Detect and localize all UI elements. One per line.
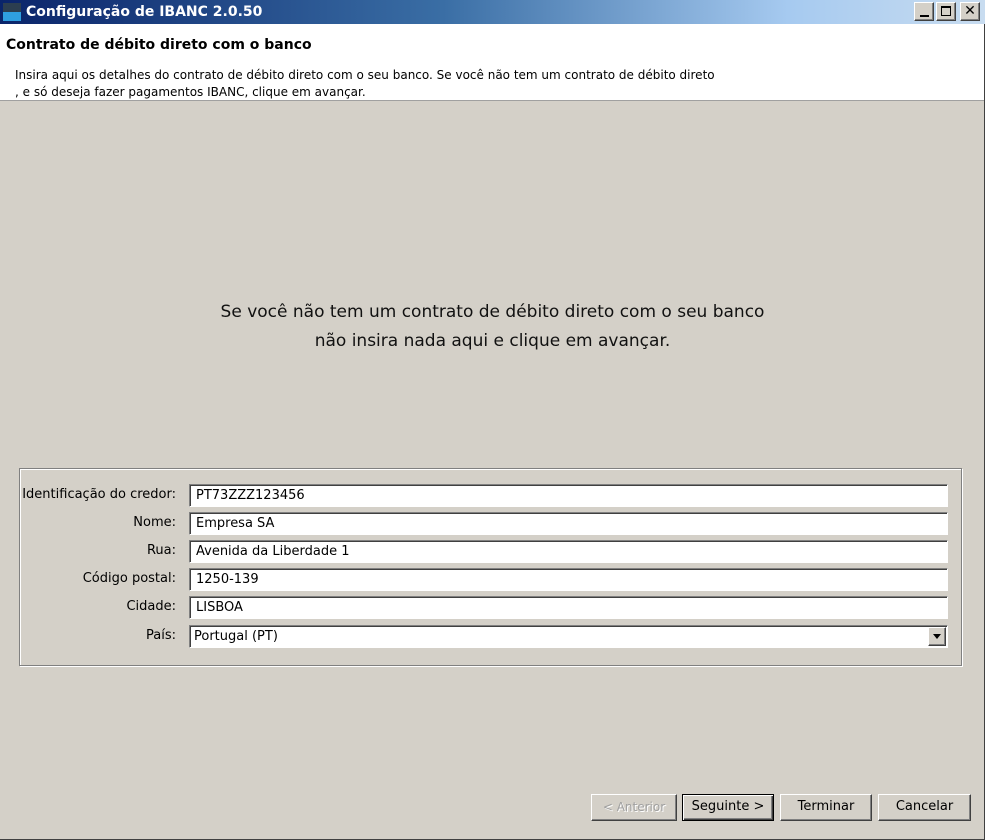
info-message-line-1: Se você não tem um contrato de débito di…: [220, 302, 765, 322]
page-title: Contrato de débito direto com o banco: [6, 37, 312, 53]
country-selected-value: Portugal (PT): [194, 629, 278, 644]
previous-button[interactable]: < Anterior: [591, 794, 677, 821]
creditor-id-input[interactable]: PT73ZZZ123456: [189, 484, 948, 507]
street-input[interactable]: Avenida da Liberdade 1: [189, 540, 948, 563]
cancel-button[interactable]: Cancelar: [878, 794, 971, 821]
name-input[interactable]: Empresa SA: [189, 512, 948, 535]
postal-code-row: Código postal: 1250-139: [20, 568, 961, 592]
window-title: Configuração de IBANC 2.0.50: [26, 4, 263, 20]
minimize-icon: [920, 15, 929, 17]
street-label: Rua:: [146, 543, 176, 558]
maximize-button[interactable]: [936, 2, 956, 21]
wizard-header: Contrato de débito direto com o banco In…: [0, 24, 984, 101]
street-row: Rua: Avenida da Liberdade 1: [20, 540, 961, 564]
city-input[interactable]: LISBOA: [189, 596, 948, 619]
creditor-id-row: Identificação do credor: PT73ZZZ123456: [20, 484, 961, 508]
city-row: Cidade: LISBOA: [20, 596, 961, 620]
title-bar[interactable]: Configuração de IBANC 2.0.50 ✕: [0, 0, 985, 24]
creditor-form: Identificação do credor: PT73ZZZ123456 N…: [19, 468, 962, 666]
info-message-line-2: não insira nada aqui e clique em avançar…: [314, 331, 671, 351]
info-message: Se você não tem um contrato de débito di…: [0, 298, 985, 356]
finish-button[interactable]: Terminar: [780, 794, 872, 821]
wizard-window: Configuração de IBANC 2.0.50 ✕ Contrato …: [0, 0, 985, 840]
country-label: País:: [146, 628, 176, 643]
page-description-line-1: Insira aqui os detalhes do contrato de d…: [15, 68, 715, 82]
chevron-down-icon[interactable]: [928, 627, 946, 646]
maximize-icon: [941, 6, 951, 16]
name-label: Nome:: [133, 515, 176, 530]
name-row: Nome: Empresa SA: [20, 512, 961, 536]
page-description: Insira aqui os detalhes do contrato de d…: [15, 67, 775, 101]
creditor-id-label: Identificação do credor:: [22, 487, 176, 502]
close-icon: ✕: [964, 3, 976, 19]
close-button[interactable]: ✕: [960, 2, 980, 21]
postal-code-input[interactable]: 1250-139: [189, 568, 948, 591]
minimize-button[interactable]: [914, 2, 934, 21]
next-button[interactable]: Seguinte >: [682, 794, 774, 821]
postal-code-label: Código postal:: [82, 571, 176, 586]
app-icon: [3, 3, 21, 21]
country-row: País: Portugal (PT): [20, 625, 961, 649]
city-label: Cidade:: [126, 599, 176, 614]
page-description-line-2: , e só deseja fazer pagamentos IBANC, cl…: [15, 85, 366, 99]
country-select[interactable]: Portugal (PT): [189, 625, 948, 648]
